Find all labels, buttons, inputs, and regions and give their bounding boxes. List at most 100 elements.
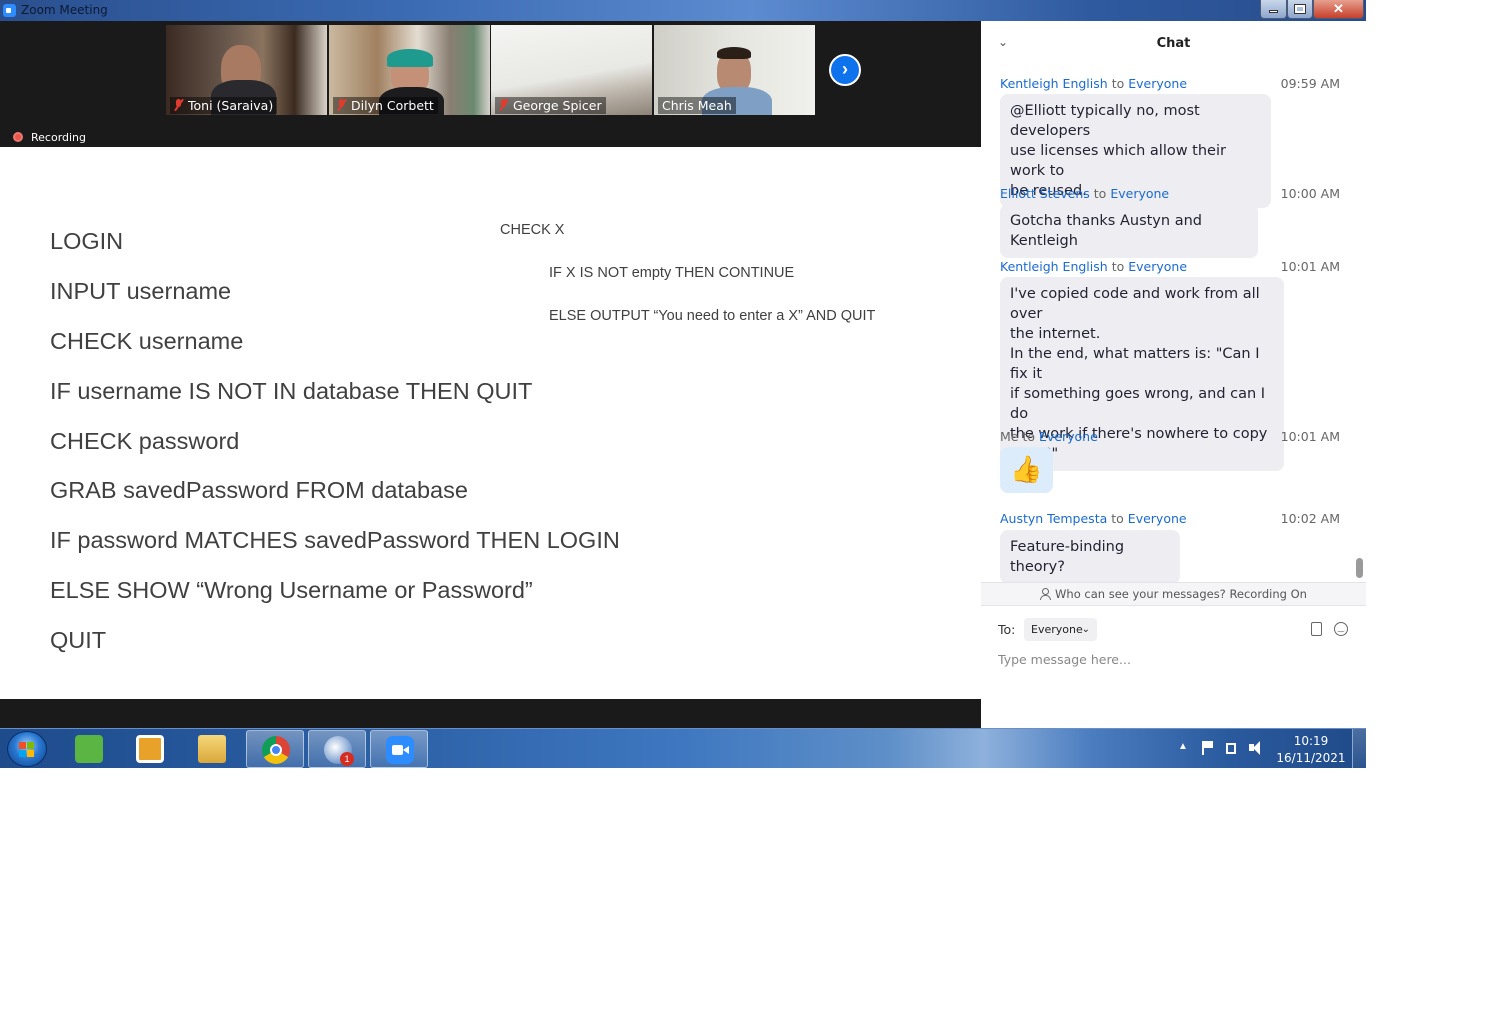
zoom-app-icon (3, 4, 16, 17)
message-to: to (1111, 511, 1124, 526)
file-icon[interactable] (1311, 622, 1322, 636)
next-participants-button[interactable]: › (829, 54, 861, 86)
message-header: Me to Everyone (1000, 429, 1098, 444)
message-time: 10:02 AM (1280, 511, 1340, 526)
video-strip: Toni (Saraiva) Dilyn Corbett George Spic… (0, 21, 981, 147)
pseudocode-line: CHECK password (50, 428, 240, 454)
message-recipient: Everyone (1110, 186, 1170, 201)
chat-scrollbar[interactable] (1356, 69, 1364, 582)
pseudocode-line: ELSE OUTPUT “You need to enter a X” AND … (549, 308, 876, 324)
taskbar-chrome[interactable] (246, 730, 304, 768)
message-bubble: Gotcha thanks Austyn and Kentleigh (1000, 204, 1258, 258)
start-button[interactable] (7, 731, 47, 767)
message-to: to (1022, 429, 1036, 444)
taskbar-zoom[interactable] (370, 730, 428, 768)
pseudocode-line: LOGIN (50, 228, 124, 254)
pseudocode-line: CHECK X (500, 222, 565, 238)
message-to: to (1111, 76, 1125, 91)
recipient-value: Everyone (1031, 623, 1083, 636)
message-line: Gotcha thanks Austyn and Kentleigh (1010, 213, 1202, 249)
pseudocode-line: IF username IS NOT IN database THEN QUIT (50, 378, 533, 404)
message-time: 10:01 AM (1280, 429, 1340, 444)
participant-hair (717, 47, 751, 59)
message-header: Kentleigh English to Everyone (1000, 259, 1187, 274)
participant-name: Dilyn Corbett (351, 98, 434, 113)
maximize-button[interactable] (1287, 0, 1313, 19)
chat-title: Chat (1156, 36, 1191, 51)
chevron-right-icon: › (842, 59, 848, 79)
participant-name: Toni (Saraiva) (188, 98, 274, 113)
participant-name-tag: Toni (Saraiva) (170, 97, 278, 114)
window-title: Zoom Meeting (21, 3, 108, 17)
message-header: Austyn Tempesta to Everyone (1000, 511, 1187, 526)
pseudocode-line: GRAB savedPassword FROM database (50, 477, 468, 503)
show-hidden-icons-button[interactable]: ▲ (1178, 741, 1188, 752)
pseudocode-line: INPUT username (50, 278, 232, 304)
minimize-button[interactable] (1260, 0, 1287, 19)
zoom-icon (386, 736, 414, 764)
to-label: To: (998, 622, 1016, 637)
close-icon: ✕ (1333, 1, 1344, 16)
mic-muted-icon (174, 99, 183, 111)
taskbar-thunderbird[interactable]: 1 (308, 730, 366, 768)
video-tile-george[interactable]: George Spicer (491, 25, 652, 115)
pseudocode-line: IF X IS NOT empty THEN CONTINUE (549, 265, 795, 281)
recipient-dropdown[interactable]: Everyone ⌄ (1024, 618, 1097, 641)
message-recipient: Everyone (1128, 259, 1188, 274)
action-center-flag-icon[interactable] (1200, 739, 1214, 757)
message-line: @Elliott typically no, most developers (1010, 103, 1200, 139)
windows-taskbar: 1 ▲ 10:19 16/11/2021 (0, 728, 1366, 768)
minimize-icon (1269, 10, 1278, 13)
evernote-icon (75, 735, 103, 763)
recording-indicator: Recording (13, 131, 86, 145)
message-sender: Me (1000, 429, 1019, 444)
notification-badge: 1 (340, 752, 354, 766)
privacy-notice-text: Who can see your messages? Recording On (1055, 587, 1307, 601)
participant-name: George Spicer (513, 98, 602, 113)
message-bubble: 👍 (1000, 447, 1053, 493)
taskbar-evernote[interactable] (60, 730, 118, 768)
participant-name-tag: Chris Meah (658, 97, 736, 114)
close-button[interactable]: ✕ (1313, 0, 1364, 19)
message-recipient: Everyone (1039, 429, 1098, 444)
pseudocode-line: QUIT (50, 627, 107, 653)
power-icon[interactable] (1224, 739, 1238, 757)
message-sender[interactable]: Kentleigh English (1000, 259, 1108, 274)
thumbs-up-icon: 👍 (1010, 455, 1043, 485)
message-line: I've copied code and work from all over (1010, 286, 1260, 322)
mic-muted-icon (499, 99, 508, 111)
message-line: Feature-binding theory? (1010, 539, 1125, 575)
folder-icon (198, 735, 226, 763)
message-header: Kentleigh English to Everyone (1000, 76, 1187, 91)
participant-hair (387, 49, 433, 67)
video-tile-dilyn[interactable]: Dilyn Corbett (329, 25, 490, 115)
message-input[interactable] (998, 649, 1348, 669)
show-desktop-button[interactable] (1352, 729, 1366, 768)
privacy-notice[interactable]: Who can see your messages? Recording On (981, 582, 1366, 606)
screen: Zoom Meeting ✕ Toni (Saraiva) Dilyn Corb… (0, 0, 1366, 768)
window-titlebar[interactable]: Zoom Meeting ✕ (0, 0, 1366, 21)
video-tile-toni[interactable]: Toni (Saraiva) (166, 25, 327, 115)
participant-name: Chris Meah (662, 98, 732, 113)
clock-date[interactable]: 16/11/2021 (1275, 751, 1347, 765)
emoji-icon[interactable]: ‿ (1334, 622, 1348, 636)
scrollbar-thumb[interactable] (1356, 558, 1363, 578)
participant-name-tag: George Spicer (495, 97, 606, 114)
windows-logo-icon (19, 742, 35, 757)
chat-panel: ⌄ Chat Kentleigh English to Everyone 09:… (981, 21, 1366, 728)
message-recipient: Everyone (1128, 76, 1188, 91)
thunderbird-icon: 1 (324, 736, 354, 766)
video-tile-chris[interactable]: Chris Meah (654, 25, 815, 115)
recording-dot-icon (13, 132, 23, 142)
message-time: 09:59 AM (1280, 76, 1340, 91)
maximize-icon (1294, 4, 1306, 14)
message-sender[interactable]: Kentleigh English (1000, 76, 1108, 91)
volume-icon[interactable] (1249, 739, 1263, 757)
message-sender[interactable]: Austyn Tempesta (1000, 511, 1107, 526)
message-line: if something goes wrong, and can I do (1010, 386, 1266, 422)
clock-time[interactable]: 10:19 (1280, 734, 1342, 748)
taskbar-file-explorer[interactable] (183, 730, 241, 768)
taskbar-media-player[interactable] (121, 730, 179, 768)
message-sender[interactable]: Elliott Stevens (1000, 186, 1090, 201)
recording-label: Recording (31, 131, 87, 144)
